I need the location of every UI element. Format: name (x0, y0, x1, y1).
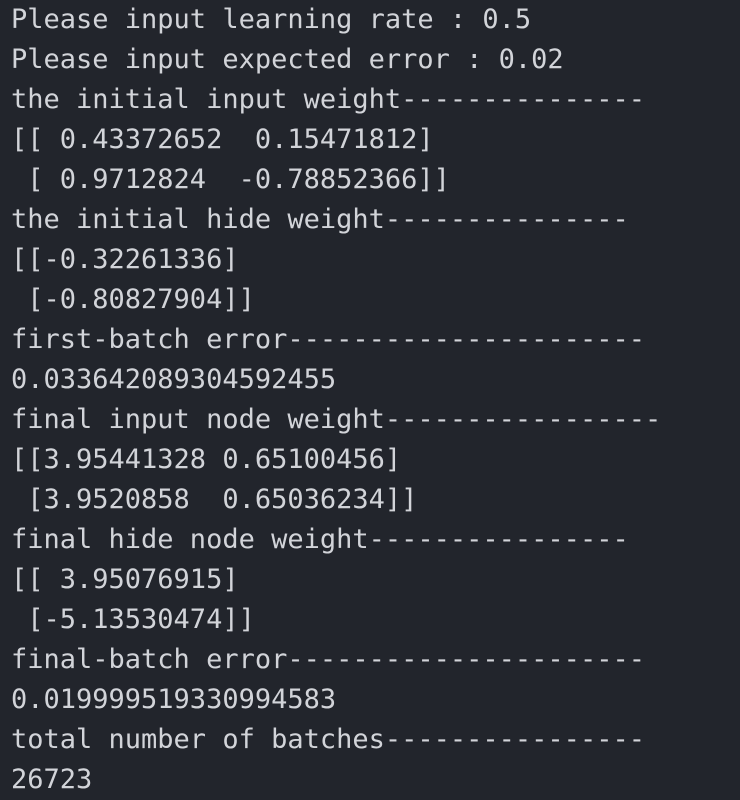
terminal-line: [-0.80827904]] (11, 284, 255, 315)
terminal-line: [[-0.32261336] (11, 244, 239, 275)
terminal-line: [[ 3.95076915] (11, 564, 239, 595)
terminal-line: final-batch error---------------------- (11, 644, 645, 675)
terminal-output: Please input learning rate : 0.5 Please … (11, 0, 740, 800)
terminal-line: the initial hide weight--------------- (11, 204, 629, 235)
terminal-window[interactable]: Please input learning rate : 0.5 Please … (0, 0, 740, 800)
terminal-line: [[3.95441328 0.65100456] (11, 444, 402, 475)
terminal-line: 0.019999519330994583 (11, 684, 337, 715)
terminal-line: 26723 (11, 764, 93, 795)
terminal-line: [3.9520858 0.65036234]] (11, 484, 418, 515)
terminal-line: [[ 0.43372652 0.15471812] (11, 124, 434, 155)
terminal-line: first-batch error---------------------- (11, 324, 645, 355)
terminal-line: total number of batches---------------- (11, 724, 645, 755)
terminal-line: Please input learning rate : 0.5 (11, 4, 532, 35)
terminal-line: [ 0.9712824 -0.78852366]] (11, 164, 450, 195)
terminal-line: the initial input weight--------------- (11, 84, 645, 115)
terminal-line: final hide node weight---------------- (11, 524, 629, 555)
terminal-line: [-5.13530474]] (11, 604, 255, 635)
terminal-line: Please input expected error : 0.02 (11, 44, 564, 75)
terminal-line: final input node weight----------------- (11, 404, 662, 435)
terminal-line: 0.033642089304592455 (11, 364, 337, 395)
